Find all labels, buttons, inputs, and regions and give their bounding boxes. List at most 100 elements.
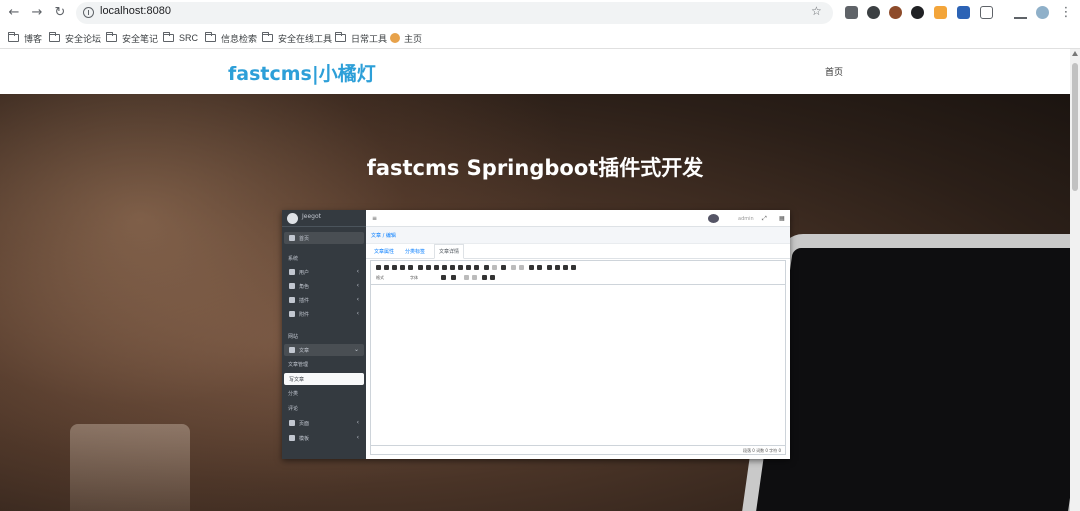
link-icon bbox=[484, 265, 489, 270]
bookmark-item[interactable]: 主页 bbox=[390, 31, 422, 45]
hero-title: fastcms Springboot插件式开发 bbox=[366, 156, 704, 180]
admin-topbar: ≡ admin ⤢ ▦ bbox=[366, 210, 790, 227]
admin-submenu-category: 分类 bbox=[288, 391, 299, 397]
bookmark-item[interactable]: 信息检索 bbox=[204, 31, 257, 45]
dashboard-icon bbox=[289, 235, 295, 241]
chevron-left-icon: ‹ bbox=[356, 434, 359, 441]
admin-submenu-article-manage: 文章管理 bbox=[288, 362, 309, 368]
more-menu-icon[interactable]: ⋮ bbox=[1058, 5, 1074, 21]
admin-breadcrumb: 文章 / 编辑 bbox=[366, 227, 790, 244]
address-bar[interactable]: localhost:8080 bbox=[76, 2, 833, 24]
underline-icon bbox=[392, 265, 397, 270]
font-color-icon bbox=[441, 275, 446, 280]
site-info-icon[interactable] bbox=[83, 7, 94, 18]
bookmark-item[interactable]: 日常工具 bbox=[334, 31, 387, 45]
chevron-left-icon: ‹ bbox=[356, 296, 359, 303]
copy-icon bbox=[289, 420, 295, 426]
bookmark-item[interactable]: 安全论坛 bbox=[48, 31, 101, 45]
ordered-list-icon bbox=[529, 265, 534, 270]
browser-toolbar: ← → ↻ localhost:8080 ☆ ⋮ bbox=[0, 0, 1080, 26]
bookmark-item[interactable]: 博客 bbox=[7, 31, 42, 45]
folder-icon bbox=[334, 32, 346, 42]
unlink-icon bbox=[492, 265, 497, 270]
scroll-thumb[interactable] bbox=[1072, 63, 1078, 191]
align-right-icon bbox=[563, 265, 568, 270]
user-icon bbox=[289, 269, 295, 275]
folder-icon bbox=[289, 311, 295, 317]
editor-toolbar: 格式 字体 bbox=[371, 261, 785, 285]
editor-status-text: 段落 0 词数 0 字符 0 bbox=[743, 448, 781, 453]
emoji-icon bbox=[458, 265, 463, 270]
reload-icon[interactable]: ↻ bbox=[52, 5, 68, 21]
admin-menu-attachments: 附件 ‹ bbox=[284, 308, 364, 320]
admin-menu-templates: 模板 ‹ bbox=[284, 432, 364, 444]
extension-icon[interactable] bbox=[934, 6, 947, 19]
admin-menu-pages: 页面 ‹ bbox=[284, 417, 364, 429]
align-center-icon bbox=[555, 265, 560, 270]
browser-chrome: ← → ↻ localhost:8080 ☆ ⋮ 博客 安全论坛 安全笔记 SR… bbox=[0, 0, 1080, 49]
admin-menu-users: 用户 ‹ bbox=[284, 266, 364, 278]
template-icon bbox=[289, 435, 295, 441]
url-text[interactable]: localhost:8080 bbox=[100, 5, 171, 17]
code-icon bbox=[418, 265, 423, 270]
font-select: 字体 bbox=[410, 275, 418, 280]
help-icon bbox=[490, 275, 495, 280]
extension-icon[interactable] bbox=[867, 6, 880, 19]
undo-icon bbox=[464, 275, 469, 280]
admin-menu-home: 首页 bbox=[284, 232, 364, 244]
template-icon bbox=[466, 265, 471, 270]
admin-brand: Jeegot bbox=[282, 210, 366, 227]
brand-logo-icon bbox=[287, 213, 298, 224]
extension-icon[interactable] bbox=[889, 6, 902, 19]
folder-icon bbox=[105, 32, 117, 42]
admin-menu-plugins: 插件 ‹ bbox=[284, 294, 364, 306]
admin-screenshot-image: Jeegot 首页 系统 用户 ‹ 角色 ‹ 插件 ‹ 附件 ‹ 网站 文章 ⌄ 文章管理… bbox=[282, 210, 790, 459]
bookmark-item[interactable]: 安全在线工具 bbox=[261, 31, 332, 45]
italic-icon bbox=[384, 265, 389, 270]
format-select: 格式 bbox=[376, 275, 384, 280]
folder-icon bbox=[261, 32, 273, 42]
sub-icon bbox=[511, 265, 516, 270]
bookmark-item[interactable]: SRC bbox=[162, 31, 198, 45]
extension-icon[interactable] bbox=[845, 6, 858, 19]
extension-icon[interactable] bbox=[911, 6, 924, 19]
bookmarks-bar: 博客 安全论坛 安全笔记 SRC 信息检索 安全在线工具 日常工具 主页 bbox=[0, 28, 1080, 46]
tab-article-attributes: 文章属性 bbox=[374, 249, 395, 255]
folder-icon bbox=[204, 32, 216, 42]
folder-icon bbox=[7, 32, 19, 42]
grid-menu-icon: ▦ bbox=[779, 215, 785, 222]
admin-user-name: admin bbox=[738, 216, 754, 222]
admin-menu-roles: 角色 ‹ bbox=[284, 280, 364, 292]
chevron-left-icon: ‹ bbox=[356, 310, 359, 317]
background-color-icon bbox=[451, 275, 456, 280]
source-icon bbox=[474, 265, 479, 270]
nav-home-link[interactable]: 首页 bbox=[825, 65, 843, 78]
page-scrollbar[interactable] bbox=[1070, 49, 1080, 511]
chevron-left-icon: ‹ bbox=[356, 282, 359, 289]
chevron-left-icon: ‹ bbox=[356, 419, 359, 426]
back-icon[interactable]: ← bbox=[6, 5, 22, 21]
strike-icon bbox=[400, 265, 405, 270]
grid-icon bbox=[289, 283, 295, 289]
plug-icon bbox=[289, 297, 295, 303]
image-icon bbox=[434, 265, 439, 270]
bookmark-item[interactable]: 安全笔记 bbox=[105, 31, 158, 45]
rich-text-editor: 格式 字体 段落 0 词数 0 字符 0 bbox=[370, 260, 786, 455]
download-icon[interactable] bbox=[1014, 6, 1027, 19]
admin-sidebar: Jeegot 首页 系统 用户 ‹ 角色 ‹ 插件 ‹ 附件 ‹ 网站 文章 ⌄ 文章管理… bbox=[282, 210, 366, 459]
align-justify-icon bbox=[571, 265, 576, 270]
avatar[interactable] bbox=[1036, 6, 1049, 19]
puzzle-icon[interactable] bbox=[980, 6, 993, 19]
video-icon bbox=[450, 265, 455, 270]
sup-icon bbox=[519, 265, 524, 270]
scroll-up-arrow-icon[interactable] bbox=[1072, 51, 1078, 56]
chevron-left-icon: ‹ bbox=[356, 268, 359, 275]
site-logo[interactable]: fastcms|小橘灯 bbox=[228, 59, 376, 86]
home-favicon-icon bbox=[390, 33, 400, 43]
chevron-down-icon: ⌄ bbox=[353, 346, 359, 353]
bookmark-star-icon[interactable]: ☆ bbox=[811, 5, 822, 17]
forward-icon[interactable]: → bbox=[29, 5, 45, 21]
shield-extension-icon[interactable] bbox=[957, 6, 970, 19]
bold-icon bbox=[376, 265, 381, 270]
redo-icon bbox=[472, 275, 477, 280]
